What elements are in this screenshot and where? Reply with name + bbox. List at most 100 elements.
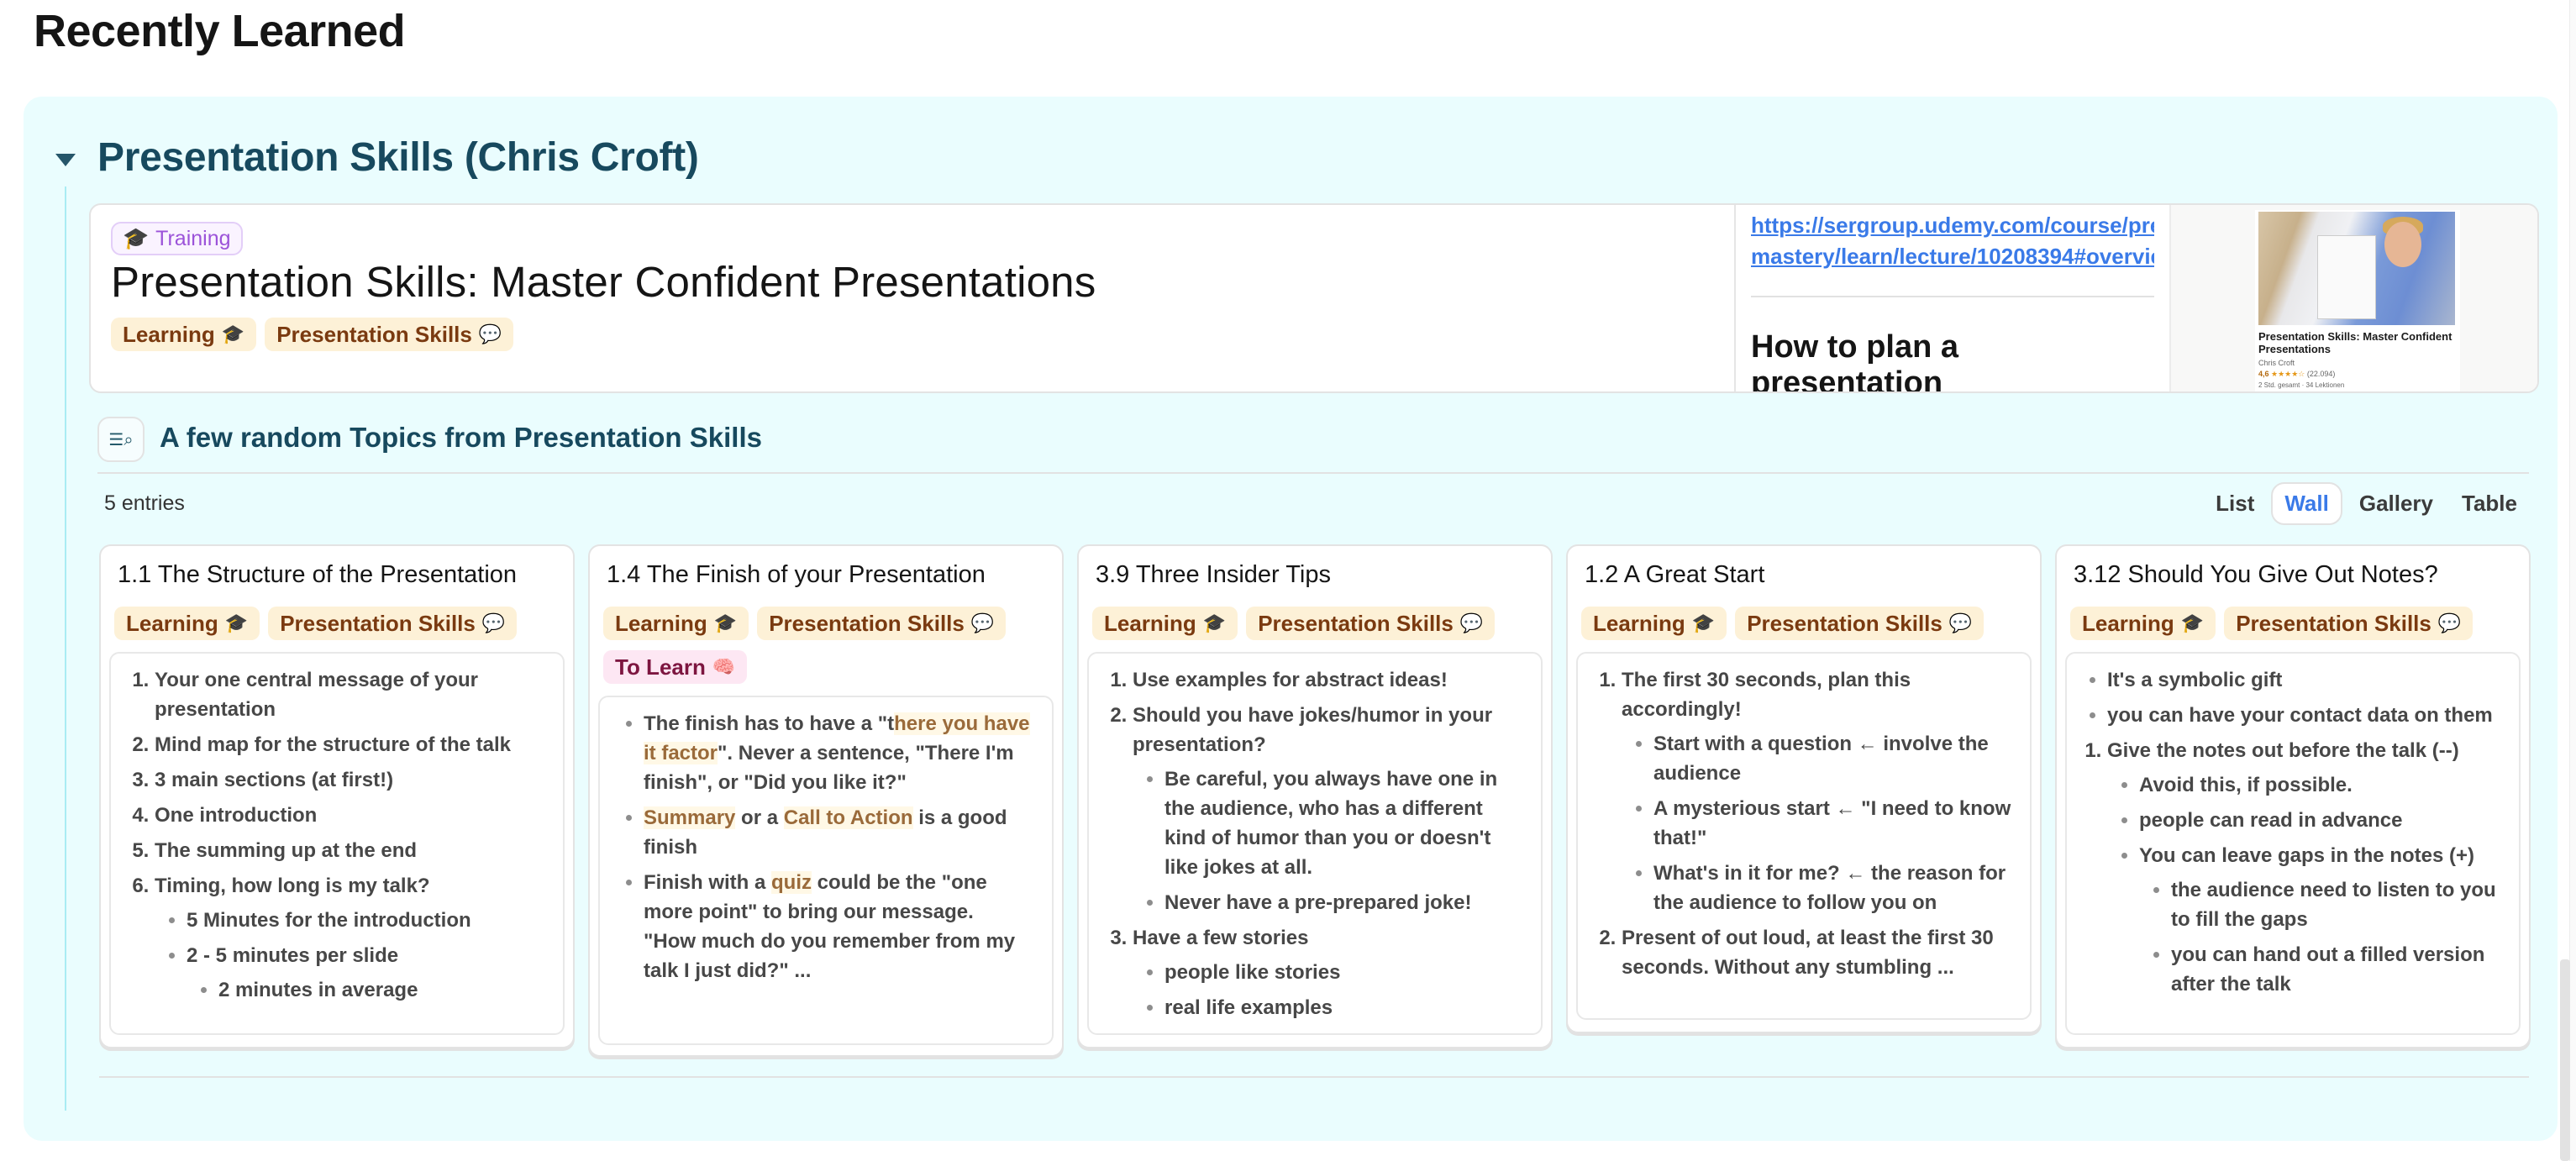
card-preview: The finish has to have a "there you have…: [598, 696, 1054, 1045]
numbered-list: The first 30 seconds, plan this accordin…: [1590, 665, 2018, 982]
list-item: The finish has to have a "there you have…: [644, 709, 1040, 797]
course-card-details: https://sergroup.udemy.com/course/presen…: [1734, 205, 2169, 391]
card-title: 1.1 The Structure of the Presentation: [118, 561, 518, 588]
review-count: (22.094): [2306, 370, 2336, 378]
list-item: Start with a question ← involve the audi…: [1653, 729, 2018, 788]
bullet-list: 5 Minutes for the introduction 2 - 5 min…: [155, 906, 551, 1005]
list-item: A mysterious start ← "I need to know tha…: [1653, 794, 2018, 853]
list-item: Timing, how long is my talk? 5 Minutes f…: [155, 871, 551, 1005]
course-card[interactable]: 🎓 Training Presentation Skills: Master C…: [89, 203, 2539, 393]
tag-presentation-skills[interactable]: Presentation Skills 💬: [1246, 607, 1496, 640]
wall-card[interactable]: 1.1 The Structure of the Presentation Le…: [99, 544, 575, 1048]
tag-label: Presentation Skills: [280, 610, 476, 636]
list-item: people like stories: [1164, 958, 1529, 987]
text: "How much do you remember from my talk I…: [644, 930, 1016, 982]
wall-card[interactable]: 3.12 Should You Give Out Notes? Learning…: [2055, 544, 2531, 1048]
scrollbar-track[interactable]: [2569, 0, 2576, 1161]
list-item: It's a symbolic gift: [2107, 665, 2507, 695]
view-tab-gallery[interactable]: Gallery: [2347, 484, 2445, 523]
tag-learning[interactable]: Learning 🎓: [1581, 607, 1727, 640]
bullet-list: people like stories real life examples: [1133, 958, 1529, 1022]
card-tags: Learning 🎓 Presentation Skills 💬: [2070, 607, 2529, 640]
card-preview: Your one central message of your present…: [109, 652, 565, 1035]
course-url-link-continued[interactable]: mastery/learn/lecture/10208394#overview: [1751, 241, 2154, 272]
list-item-text: Have a few stories: [1133, 927, 1309, 949]
tag-presentation-skills[interactable]: Presentation Skills 💬: [2224, 607, 2473, 640]
view-tab-list[interactable]: List: [2204, 484, 2266, 523]
tag-learning[interactable]: Learning 🎓: [1092, 607, 1238, 640]
graduate-icon: 🎓: [221, 323, 245, 344]
list-item: 2 - 5 minutes per slide 2 minutes in ave…: [187, 941, 551, 1005]
tag-learning[interactable]: Learning 🎓: [603, 607, 749, 640]
list-item: Finish with a quiz could be the "one mor…: [644, 868, 1040, 985]
list-item-text: The first 30 seconds, plan this accordin…: [1622, 669, 1911, 721]
view-tab-table[interactable]: Table: [2450, 484, 2529, 523]
tag-learning[interactable]: Learning 🎓: [2070, 607, 2216, 640]
tag-presentation-skills[interactable]: Presentation Skills 💬: [1735, 607, 1985, 640]
tag-label: Learning: [123, 321, 215, 347]
course-url-link[interactable]: https://sergroup.udemy.com/course/presen…: [1751, 210, 2154, 241]
divider: [99, 1076, 2529, 1078]
card-preview: Use examples for abstract ideas! Should …: [1087, 652, 1543, 1035]
tag-learning[interactable]: Learning 🎓: [114, 607, 260, 640]
entries-count: 5 entries: [104, 491, 185, 515]
thumbnail-title: Presentation Skills: Master Confident Pr…: [2258, 330, 2452, 355]
bullet-list: It's a symbolic gift you can have your c…: [2079, 665, 2507, 730]
list-item: 3 main sections (at first!): [155, 765, 551, 795]
training-type-tag[interactable]: 🎓 Training: [111, 222, 243, 255]
database-title[interactable]: A few random Topics from Presentation Sk…: [160, 422, 762, 454]
bullet-list: Start with a question ← involve the audi…: [1622, 729, 2018, 917]
scrollbar-thumb[interactable]: [2560, 959, 2570, 1161]
wall-card[interactable]: 3.9 Three Insider Tips Learning 🎓 Present…: [1077, 544, 1553, 1048]
speech-bubbles-icon: 💬: [481, 612, 506, 633]
tag-presentation-skills[interactable]: Presentation Skills 💬: [265, 318, 514, 351]
list-item: you can hand out a filled version after …: [2171, 940, 2507, 999]
course-title[interactable]: Presentation Skills: Master Confident Pr…: [111, 257, 1096, 307]
bullet-list: The finish has to have a "there you have…: [612, 709, 1040, 985]
speech-bubbles-icon: 💬: [1459, 612, 1484, 633]
course-thumbnail[interactable]: Presentation Skills: Master Confident Pr…: [2255, 210, 2460, 391]
graduate-icon: 🎓: [1202, 612, 1227, 633]
view-tab-wall[interactable]: Wall: [2271, 482, 2342, 525]
list-item: Mind map for the structure of the talk: [155, 730, 551, 759]
list-search-icon[interactable]: ☰⌕: [97, 417, 145, 462]
course-subheading: How to plan a presentation: [1751, 329, 1958, 393]
tag-label: Learning: [1104, 610, 1196, 636]
card-title: 3.12 Should You Give Out Notes?: [2074, 561, 2438, 588]
tag-label: Presentation Skills: [769, 610, 965, 636]
card-tags: Learning 🎓 Presentation Skills 💬: [114, 607, 573, 640]
list-item: Should you have jokes/humor in your pres…: [1133, 701, 1529, 917]
card-title: 3.9 Three Insider Tips: [1096, 561, 1331, 588]
collapse-toggle-icon[interactable]: [55, 154, 76, 166]
highlighted-text: Summary: [644, 806, 736, 829]
graduate-icon: 🎓: [224, 612, 249, 633]
list-item: Summary or a Call to Action is a good fi…: [644, 803, 1040, 862]
list-item-text: 2 - 5 minutes per slide: [187, 944, 399, 967]
tag-label: Learning: [2082, 610, 2174, 636]
brain-icon: 🧠: [712, 656, 736, 677]
tag-label: Presentation Skills: [1258, 610, 1454, 636]
list-item: 2 minutes in average: [218, 975, 551, 1005]
tag-label: Learning: [615, 610, 707, 636]
list-item: Be careful, you always have one in the a…: [1164, 764, 1529, 882]
speech-bubbles-icon: 💬: [2437, 612, 2462, 633]
page-title: Recently Learned: [34, 6, 406, 56]
wall-card[interactable]: 1.4 The Finish of your Presentation Lear…: [588, 544, 1064, 1057]
graduate-icon: 🎓: [713, 612, 738, 633]
face-shape: [2384, 222, 2421, 267]
highlighted-text: Call to Action: [783, 806, 913, 829]
tag-to-learn[interactable]: To Learn 🧠: [603, 650, 748, 684]
rating-value: 4,6: [2258, 370, 2269, 378]
list-item-text: You can leave gaps in the notes (+): [2139, 844, 2474, 867]
list-item: Present of out loud, at least the first …: [1622, 923, 2018, 982]
list-item: You can leave gaps in the notes (+) the …: [2139, 841, 2507, 999]
bullet-list: the audience need to listen to you to fi…: [2139, 875, 2507, 999]
speech-bubbles-icon: 💬: [1948, 612, 1973, 633]
tag-presentation-skills[interactable]: Presentation Skills 💬: [268, 607, 518, 640]
numbered-list: Your one central message of your present…: [123, 665, 551, 1005]
card-title: 1.4 The Finish of your Presentation: [607, 561, 986, 588]
card-title: 1.2 A Great Start: [1585, 561, 1765, 588]
tag-learning[interactable]: Learning 🎓: [111, 318, 257, 351]
tag-presentation-skills[interactable]: Presentation Skills 💬: [757, 607, 1007, 640]
wall-card[interactable]: 1.2 A Great Start Learning 🎓 Presentation…: [1566, 544, 2042, 1033]
